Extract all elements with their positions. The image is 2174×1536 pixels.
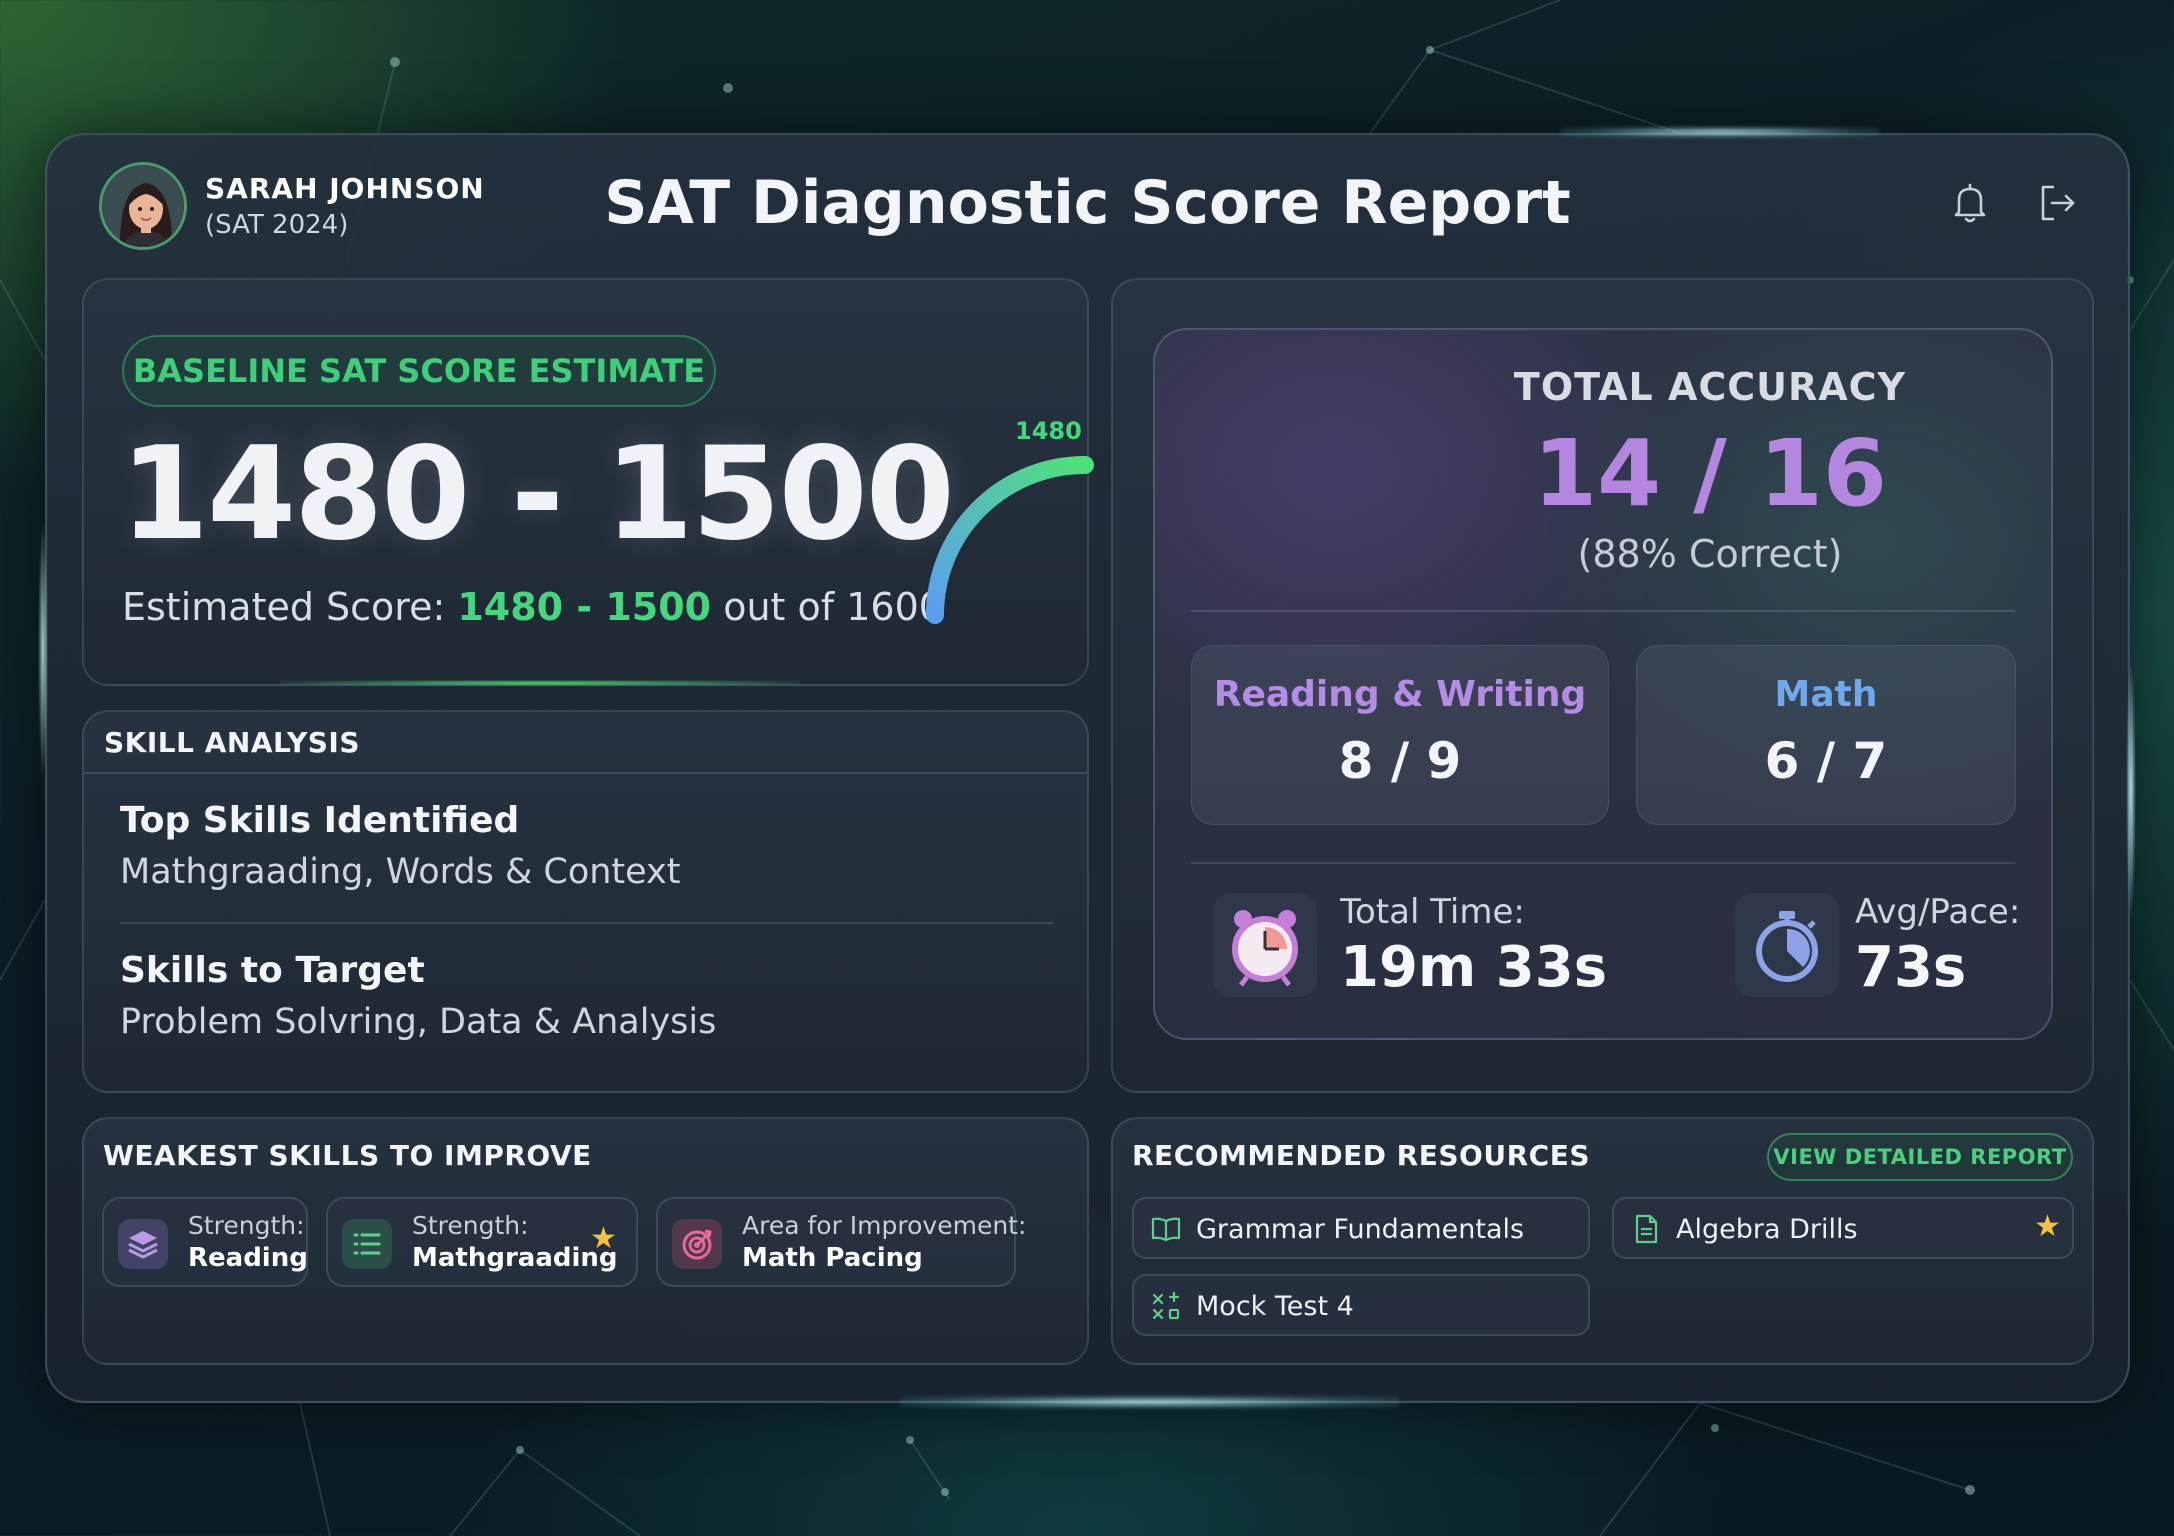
resource-mock-test-label: Mock Test 4 [1196, 1291, 1354, 1322]
target-icon [672, 1219, 722, 1269]
list-icon [342, 1219, 392, 1269]
estimate-range: 1480 - 1500 [457, 585, 712, 629]
avg-pace-label: Avg/Pace: [1855, 892, 2021, 932]
weak-skill-chip-mathgraading[interactable]: Strength: Mathgraading ★ [326, 1197, 638, 1287]
estimate-prefix: Estimated Score: [122, 585, 458, 629]
math-label: Math [1774, 674, 1878, 715]
resource-mock-test-4[interactable]: Mock Test 4 [1132, 1274, 1590, 1336]
accuracy-divider [1191, 610, 2015, 612]
score-gauge [926, 456, 1094, 624]
book-icon [1151, 1217, 1181, 1242]
top-skills-title: Top Skills Identified [120, 800, 520, 841]
target-skills-title: Skills to Target [120, 950, 425, 991]
baseline-glow-line [280, 680, 800, 686]
avatar[interactable] [99, 162, 187, 250]
math-tile: Math 6 / 7 [1636, 645, 2016, 825]
math-symbols-icon [1152, 1291, 1180, 1320]
total-accuracy-label: TOTAL ACCURACY [1513, 365, 1907, 409]
total-time-label: Total Time: [1340, 892, 1525, 932]
chip-math-pacing-line1: Area for Improvement: [742, 1211, 1027, 1240]
reading-writing-score: 8 / 9 [1338, 732, 1462, 790]
reading-writing-tile: Reading & Writing 8 / 9 [1191, 645, 1609, 825]
layers-icon [118, 1219, 168, 1269]
target-skills-value: Problem Solvring, Data & Analysis [120, 1002, 717, 1042]
left-edge-glow [38, 520, 48, 780]
resources-heading: RECOMMENDED RESOURCES [1132, 1139, 1590, 1172]
total-accuracy-percent: (88% Correct) [1577, 532, 1843, 576]
estimated-score-line: Estimated Score: 1480 - 1500 out of 1600 [122, 585, 943, 629]
bell-icon[interactable] [1945, 178, 1995, 228]
resource-algebra-drills[interactable]: Algebra Drills ★ [1612, 1197, 2074, 1259]
bottom-edge-glow [900, 1396, 1400, 1408]
user-exam-year: (SAT 2024) [205, 210, 349, 240]
logout-icon[interactable] [2032, 178, 2082, 228]
time-divider [1191, 862, 2015, 864]
skill-analysis-heading: SKILL ANALYSIS [104, 726, 360, 759]
page-title: SAT Diagnostic Score Report [604, 168, 1571, 238]
alarm-clock-icon [1213, 893, 1317, 997]
skill-row-divider [120, 922, 1053, 924]
chip-reading-line1: Strength: [188, 1211, 305, 1240]
star-icon: ★ [2034, 1209, 2061, 1244]
resource-algebra-label: Algebra Drills [1676, 1214, 1858, 1245]
resource-grammar-fundamentals[interactable]: Grammar Fundamentals [1132, 1197, 1590, 1259]
stopwatch-icon [1735, 893, 1839, 997]
math-score: 6 / 7 [1764, 732, 1888, 790]
weak-skill-chip-reading[interactable]: Strength: Reading [102, 1197, 308, 1287]
chip-math-pacing-line2: Math Pacing [742, 1243, 923, 1273]
star-icon: ★ [590, 1221, 617, 1256]
skill-analysis-divider [84, 772, 1087, 774]
weakest-skills-heading: WEAKEST SKILLS TO IMPROVE [103, 1139, 592, 1172]
chip-mathgraading-line2: Mathgraading [412, 1243, 618, 1273]
top-edge-glow [1560, 127, 1880, 137]
view-detailed-report-button[interactable]: VIEW DETAILED REPORT [1767, 1133, 2073, 1181]
estimate-suffix: out of 1600 [711, 585, 943, 629]
user-name: SARAH JOHNSON [205, 172, 485, 205]
reading-writing-label: Reading & Writing [1213, 674, 1587, 715]
total-time-value: 19m 33s [1340, 935, 1608, 1000]
weak-skill-chip-math-pacing[interactable]: Area for Improvement: Math Pacing [656, 1197, 1026, 1287]
baseline-score-range: 1480 - 1500 [120, 420, 955, 569]
total-accuracy-value: 14 / 16 [1533, 420, 1887, 527]
resource-grammar-label: Grammar Fundamentals [1196, 1214, 1525, 1245]
baseline-badge: BASELINE SAT SCORE ESTIMATE [122, 335, 716, 407]
avg-pace-value: 73s [1855, 935, 1967, 1000]
document-icon [1635, 1214, 1658, 1244]
top-skills-value: Mathgraading, Words & Context [120, 852, 681, 892]
chip-reading-line2: Reading [188, 1243, 308, 1273]
right-edge-glow [2126, 660, 2136, 920]
gauge-arc [926, 456, 1094, 624]
chip-mathgraading-line1: Strength: [412, 1211, 529, 1240]
